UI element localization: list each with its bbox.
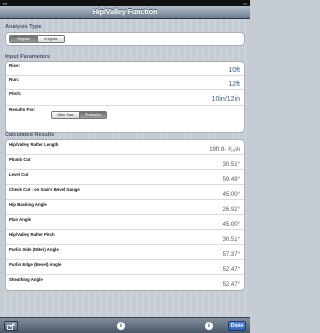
run-label: Run: (9, 77, 20, 82)
pitch-label: Pitch: (9, 91, 22, 96)
result-row-purlin-edge-angle: Purlin Edge (Bevel) Angle 52.47° (6, 260, 244, 275)
pitch-row[interactable]: Pitch: 10in/12in (6, 90, 244, 106)
result-label: Plumb Cut (9, 156, 31, 162)
results-protractor-segment[interactable]: Protractor (78, 112, 106, 118)
result-value: 59.49° (222, 177, 240, 183)
bottom-toolbar: i i Done (0, 317, 250, 333)
result-value: 57.37° (222, 252, 240, 258)
input-parameters-panel: Rise: 10ft Run: 12ft Pitch: 10in/12in Re… (5, 61, 245, 133)
result-row-rafter-length: Hip/Valley Rafter Length 19ft 8- ³⁄₁₆in (6, 140, 244, 155)
result-label: Plan Angle (9, 216, 32, 222)
analysis-type-header: Analysis Type (5, 24, 42, 30)
result-label: Hip/Valley Rafter Length (9, 141, 59, 147)
result-label: Check Cut - on Saw's Bevel Gauge (9, 186, 80, 192)
result-value: 19ft 8- ³⁄₁₆in (209, 147, 240, 153)
navigation-bar: Hip/Valley Function (0, 6, 250, 19)
share-icon (7, 323, 15, 330)
result-value: 26.92° (222, 207, 240, 213)
carrier-indicator: ▪▪▪ (3, 0, 8, 6)
info-secondary-icon[interactable]: i (205, 322, 213, 330)
results-for-segmented-control[interactable]: Miter Saw Protractor (51, 111, 107, 119)
result-label: Level Cut (9, 171, 29, 177)
analysis-irregular-segment[interactable]: Irregular (36, 36, 64, 42)
pitch-value[interactable]: 10in/12in (212, 96, 240, 103)
rise-row[interactable]: Rise: 10ft (6, 62, 244, 76)
result-value: 52.47° (222, 282, 240, 288)
result-label: Purlin Edge (Bevel) Angle (9, 261, 62, 267)
analysis-type-panel: Regular Irregular (5, 32, 245, 46)
calculated-results-header: Calculated Results (5, 132, 55, 138)
result-label: Purlin Side (Miter) Angle (9, 246, 59, 252)
calculated-results-panel: Hip/Valley Rafter Length 19ft 8- ³⁄₁₆in … (5, 139, 245, 291)
result-label: Hip/Valley Rafter Pitch (9, 231, 55, 237)
run-value[interactable]: 12ft (228, 81, 240, 88)
result-row-sheathing-angle: Sheathing Angle 52.47° (6, 275, 244, 290)
result-value: 45.00° (222, 222, 240, 228)
result-label: Sheathing Angle (9, 276, 43, 282)
share-button[interactable] (4, 321, 18, 331)
result-row-check-cut: Check Cut - on Saw's Bevel Gauge 45.00° (6, 185, 244, 200)
main-content[interactable]: Analysis Type Regular Irregular Input Pa… (0, 19, 250, 317)
results-miter-saw-segment[interactable]: Miter Saw (52, 112, 79, 118)
analysis-type-segmented-control[interactable]: Regular Irregular (9, 35, 65, 43)
result-row-level-cut: Level Cut 59.49° (6, 170, 244, 185)
result-row-plan-angle: Plan Angle 45.00° (6, 215, 244, 230)
result-value: 30.51° (222, 237, 240, 243)
result-value: 30.51° (222, 162, 240, 168)
result-row-hip-backing-angle: Hip Backing Angle 26.92° (6, 200, 244, 215)
battery-icon: ▭ (243, 0, 247, 6)
input-parameters-header: Input Parameters (5, 54, 50, 60)
run-row[interactable]: Run: 12ft (6, 76, 244, 90)
page-title: Hip/Valley Function (92, 8, 158, 16)
analysis-regular-segment[interactable]: Regular (10, 36, 37, 42)
rise-value[interactable]: 10ft (228, 67, 240, 74)
results-for-row: Results For: Miter Saw Protractor (6, 106, 244, 132)
info-icon[interactable]: i (117, 322, 125, 330)
result-row-plumb-cut: Plumb Cut 30.51° (6, 155, 244, 170)
result-row-rafter-pitch: Hip/Valley Rafter Pitch 30.51° (6, 230, 244, 245)
result-value: 52.47° (222, 267, 240, 273)
results-for-label: Results For: (9, 107, 36, 112)
result-value: 45.00° (222, 192, 240, 198)
done-button[interactable]: Done (228, 321, 246, 331)
result-label: Hip Backing Angle (9, 201, 47, 207)
result-row-purlin-side-angle: Purlin Side (Miter) Angle 57.37° (6, 245, 244, 260)
rise-label: Rise: (9, 63, 21, 68)
